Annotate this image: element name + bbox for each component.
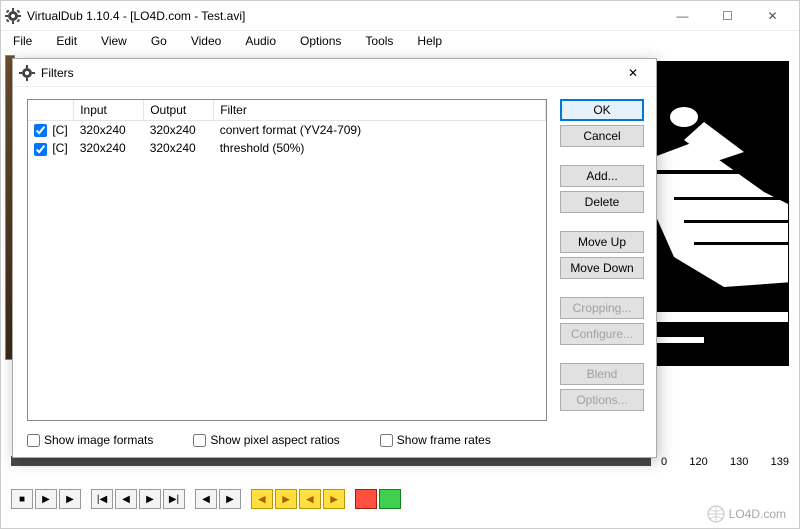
row-input: 320x240 bbox=[74, 121, 144, 140]
menu-file[interactable]: File bbox=[9, 32, 36, 50]
tick-label: 139 bbox=[771, 456, 789, 468]
menu-options[interactable]: Options bbox=[296, 32, 345, 50]
ok-button[interactable]: OK bbox=[560, 99, 644, 121]
watermark-text: LO4D.com bbox=[729, 507, 786, 521]
prev-key-button[interactable]: ◀ bbox=[195, 489, 217, 509]
prev-range-button[interactable]: ◀ bbox=[299, 489, 321, 509]
forward-end-button[interactable]: ▶| bbox=[163, 489, 185, 509]
dialog-titlebar: Filters ✕ bbox=[13, 59, 656, 87]
menu-tools[interactable]: Tools bbox=[361, 32, 397, 50]
menu-edit[interactable]: Edit bbox=[52, 32, 81, 50]
menubar: File Edit View Go Video Audio Options To… bbox=[1, 31, 799, 51]
menu-go[interactable]: Go bbox=[147, 32, 171, 50]
play-output-button[interactable]: ▶ bbox=[59, 489, 81, 509]
menu-video[interactable]: Video bbox=[187, 32, 225, 50]
row-output: 320x240 bbox=[144, 139, 214, 157]
window-buttons: — ☐ ✕ bbox=[660, 2, 795, 30]
rewind-button[interactable]: |◀ bbox=[91, 489, 113, 509]
check-label: Show image formats bbox=[44, 433, 153, 447]
next-frame-button[interactable]: ▶ bbox=[139, 489, 161, 509]
tick-label: 0 bbox=[661, 456, 667, 468]
checkbox[interactable] bbox=[27, 434, 40, 447]
show-image-formats-check[interactable]: Show image formats bbox=[27, 433, 153, 447]
table-row[interactable]: [C] 320x240 320x240 threshold (50%) bbox=[28, 139, 546, 157]
checkbox[interactable] bbox=[193, 434, 206, 447]
options-button[interactable]: Options... bbox=[560, 389, 644, 411]
filter-list[interactable]: Input Output Filter [C] 320x240 320x240 … bbox=[27, 99, 547, 421]
timeline[interactable]: 0 120 130 139 bbox=[11, 456, 789, 478]
close-icon: ✕ bbox=[628, 66, 638, 80]
dialog-body: Input Output Filter [C] 320x240 320x240 … bbox=[13, 87, 656, 457]
next-key-button[interactable]: ▶ bbox=[219, 489, 241, 509]
col-filter[interactable]: Filter bbox=[214, 100, 546, 121]
watermark: LO4D.com bbox=[707, 505, 786, 523]
window-title: VirtualDub 1.10.4 - [LO4D.com - Test.avi… bbox=[27, 9, 660, 23]
row-check[interactable] bbox=[34, 124, 47, 137]
row-output: 320x240 bbox=[144, 121, 214, 140]
col-output[interactable]: Output bbox=[144, 100, 214, 121]
row-filter: convert format (YV24-709) bbox=[214, 121, 546, 140]
table-row[interactable]: [C] 320x240 320x240 convert format (YV24… bbox=[28, 121, 546, 140]
prev-frame-button[interactable]: ◀ bbox=[115, 489, 137, 509]
row-input: 320x240 bbox=[74, 139, 144, 157]
add-button[interactable]: Add... bbox=[560, 165, 644, 187]
play-input-button[interactable]: ▶ bbox=[35, 489, 57, 509]
blend-button[interactable]: Blend bbox=[560, 363, 644, 385]
configure-button[interactable]: Configure... bbox=[560, 323, 644, 345]
maximize-icon: ☐ bbox=[722, 9, 733, 23]
row-filter: threshold (50%) bbox=[214, 139, 546, 157]
globe-icon bbox=[707, 505, 725, 523]
delete-button[interactable]: Delete bbox=[560, 191, 644, 213]
preview-output-pane bbox=[653, 61, 789, 366]
tick-label: 130 bbox=[730, 456, 748, 468]
col-enable[interactable] bbox=[28, 100, 74, 121]
menu-help[interactable]: Help bbox=[413, 32, 446, 50]
check-label: Show pixel aspect ratios bbox=[210, 433, 339, 447]
cancel-button[interactable]: Cancel bbox=[560, 125, 644, 147]
stop-button[interactable]: ■ bbox=[11, 489, 33, 509]
menu-audio[interactable]: Audio bbox=[241, 32, 280, 50]
minimize-button[interactable]: — bbox=[660, 2, 705, 30]
minimize-icon: — bbox=[677, 9, 689, 23]
prev-drop-button[interactable]: ◀ bbox=[251, 489, 273, 509]
dialog-close-button[interactable]: ✕ bbox=[616, 61, 650, 85]
show-frame-rates-check[interactable]: Show frame rates bbox=[380, 433, 491, 447]
app-icon bbox=[5, 8, 21, 24]
show-aspect-ratios-check[interactable]: Show pixel aspect ratios bbox=[193, 433, 339, 447]
move-down-button[interactable]: Move Down bbox=[560, 257, 644, 279]
check-label: Show frame rates bbox=[397, 433, 491, 447]
next-drop-button[interactable]: ▶ bbox=[275, 489, 297, 509]
dialog-title: Filters bbox=[41, 66, 616, 80]
maximize-button[interactable]: ☐ bbox=[705, 2, 750, 30]
next-range-button[interactable]: ▶ bbox=[323, 489, 345, 509]
timeline-ticks: 0 120 130 139 bbox=[661, 456, 789, 468]
titlebar: VirtualDub 1.10.4 - [LO4D.com - Test.avi… bbox=[1, 1, 799, 31]
filter-table: Input Output Filter [C] 320x240 320x240 … bbox=[28, 100, 546, 158]
move-up-button[interactable]: Move Up bbox=[560, 231, 644, 253]
dialog-icon bbox=[19, 65, 35, 81]
row-tag: [C] bbox=[52, 123, 67, 137]
dialog-bottom-options: Show image formats Show pixel aspect rat… bbox=[27, 433, 556, 447]
mark-in-button[interactable] bbox=[355, 489, 377, 509]
close-button[interactable]: ✕ bbox=[750, 2, 795, 30]
filters-dialog: Filters ✕ Input Output Filter [C] 320x24… bbox=[12, 58, 657, 458]
col-input[interactable]: Input bbox=[74, 100, 144, 121]
mark-out-button[interactable] bbox=[379, 489, 401, 509]
cropping-button[interactable]: Cropping... bbox=[560, 297, 644, 319]
menu-view[interactable]: View bbox=[97, 32, 131, 50]
close-icon: ✕ bbox=[767, 9, 777, 23]
row-tag: [C] bbox=[52, 141, 67, 155]
tick-label: 120 bbox=[689, 456, 707, 468]
checkbox[interactable] bbox=[380, 434, 393, 447]
row-check[interactable] bbox=[34, 143, 47, 156]
dialog-buttons: OK Cancel Add... Delete Move Up Move Dow… bbox=[560, 99, 644, 411]
transport-toolbar: ■ ▶ ▶ |◀ ◀ ▶ ▶| ◀ ▶ ◀ ▶ ◀ ▶ bbox=[11, 488, 789, 510]
